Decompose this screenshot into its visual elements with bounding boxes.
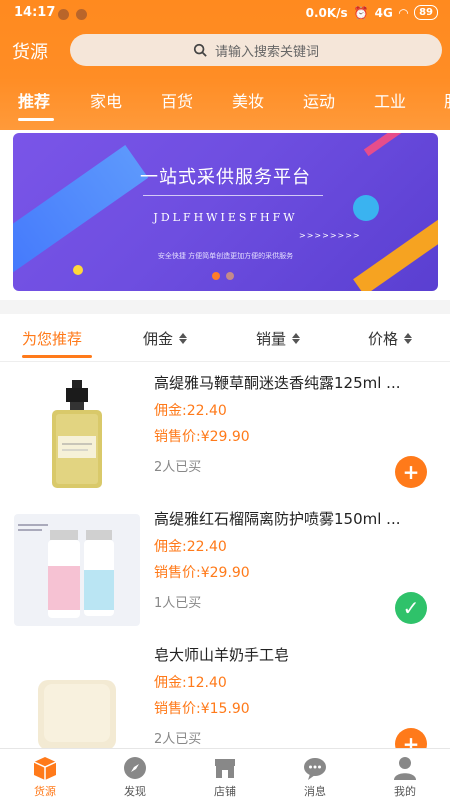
store-icon — [215, 759, 235, 778]
nav-me[interactable]: 我的 — [375, 755, 435, 799]
alarm-icon: ⏰ — [353, 5, 369, 20]
tab-industrial[interactable]: 工业 — [374, 88, 406, 112]
search-icon — [193, 43, 207, 57]
nav-messages[interactable]: 消息 — [285, 755, 345, 799]
sort-arrows-icon — [404, 333, 413, 344]
product-price: 销售价:¥29.90 — [154, 565, 250, 581]
nav-home-label: 货源 — [34, 785, 56, 798]
add-product-button[interactable]: + — [395, 456, 427, 488]
product-item[interactable]: 高缇雅马鞭草酮迷迭香纯露125ml ... 佣金:22.40 销售价:¥29.9… — [0, 370, 450, 506]
product-name[interactable]: 高缇雅红石榴隔离防护喷雾150ml ... — [154, 508, 434, 529]
banner-title: 一站式采供服务平台 — [140, 167, 311, 188]
sort-price-label: 价格 — [368, 330, 399, 348]
check-icon: ✓ — [402, 596, 420, 620]
chat-bubble-icon — [304, 758, 326, 780]
tab-sports[interactable]: 运动 — [303, 88, 335, 112]
product-commission: 佣金:12.40 — [154, 675, 227, 691]
sort-sales[interactable]: 销量 — [256, 328, 301, 349]
banner-arrows: >>>>>>>> — [299, 231, 361, 240]
nav-shop[interactable]: 店铺 — [195, 755, 255, 799]
user-icon — [394, 757, 416, 780]
sort-recommend[interactable]: 为您推荐 — [22, 328, 82, 349]
status-time: 14:17 — [14, 5, 56, 20]
signal-label: 4G — [374, 5, 393, 20]
banner-decoration — [363, 133, 438, 157]
nav-discover[interactable]: 发现 — [105, 755, 165, 799]
banner-subtitle: JDLFHWIESFHFW — [153, 211, 298, 224]
promo-banner[interactable]: 一站式采供服务平台 JDLFHWIESFHFW >>>>>>>> 安全快捷 方便… — [13, 133, 438, 291]
header: 14:17 0.0K/s ⏰ 4G ◠ 89 货源 请输入搜索关键词 推荐 家电… — [0, 0, 450, 130]
tab-general[interactable]: 百货 — [161, 88, 193, 112]
nav-me-label: 我的 — [394, 785, 416, 798]
wifi-icon: ◠ — [398, 5, 409, 20]
sort-sales-label: 销量 — [256, 330, 287, 348]
search-input[interactable]: 请输入搜索关键词 — [70, 34, 442, 66]
product-item[interactable]: 高缇雅红石榴隔离防护喷雾150ml ... 佣金:22.40 销售价:¥29.9… — [0, 506, 450, 642]
banner-section: 一站式采供服务平台 JDLFHWIESFHFW >>>>>>>> 安全快捷 方便… — [0, 130, 450, 300]
product-image — [14, 650, 140, 762]
nav-discover-label: 发现 — [124, 785, 146, 798]
added-check-button[interactable]: ✓ — [395, 592, 427, 624]
sort-arrows-icon — [179, 333, 188, 344]
status-bar: 14:17 0.0K/s ⏰ 4G ◠ 89 — [0, 0, 450, 28]
product-image — [14, 514, 140, 626]
search-placeholder: 请输入搜索关键词 — [214, 44, 319, 60]
box-icon — [33, 757, 57, 780]
sort-commission[interactable]: 佣金 — [143, 328, 188, 349]
carousel-dot-active[interactable] — [212, 272, 220, 280]
tab-appliances[interactable]: 家电 — [90, 88, 122, 112]
network-speed: 0.0K/s — [305, 5, 348, 20]
carousel-dots — [212, 272, 234, 280]
notification-dot-icon — [76, 9, 87, 20]
product-sold-count: 1人已买 — [154, 596, 202, 611]
bottom-navigation: 货源 发现 店铺 消息 我的 — [0, 748, 450, 800]
section-separator — [0, 300, 450, 314]
tab-recommend[interactable]: 推荐 — [18, 88, 50, 112]
banner-decoration — [73, 265, 83, 275]
sort-active-indicator — [22, 355, 92, 358]
sort-arrows-icon — [292, 333, 301, 344]
product-image — [14, 378, 140, 490]
sort-commission-label: 佣金 — [143, 330, 174, 348]
banner-divider — [143, 195, 323, 196]
notification-dot-icon — [58, 9, 69, 20]
sort-recommend-label: 为您推荐 — [22, 330, 83, 348]
tab-beauty[interactable]: 美妆 — [232, 88, 264, 112]
product-price: 销售价:¥15.90 — [154, 701, 250, 717]
nav-home[interactable]: 货源 — [15, 755, 75, 799]
banner-tagline: 安全快捷 方便简单创造更加方便的采供服务 — [157, 252, 294, 260]
product-commission: 佣金:22.40 — [154, 403, 227, 419]
page-title: 货源 — [12, 42, 48, 63]
product-name[interactable]: 高缇雅马鞭草酮迷迭香纯露125ml ... — [154, 372, 434, 393]
product-name[interactable]: 皂大师山羊奶手工皂 — [154, 644, 434, 665]
sort-price[interactable]: 价格 — [368, 328, 413, 349]
nav-messages-label: 消息 — [304, 785, 326, 798]
top-bar: 货源 请输入搜索关键词 — [0, 32, 450, 72]
nav-shop-label: 店铺 — [214, 785, 236, 798]
tab-clothing[interactable]: 服 — [444, 88, 450, 112]
sort-bar: 为您推荐 佣金 销量 价格 — [0, 318, 450, 362]
product-price: 销售价:¥29.90 — [154, 429, 250, 445]
carousel-dot[interactable] — [226, 272, 234, 280]
product-sold-count: 2人已买 — [154, 732, 202, 747]
active-tab-indicator — [18, 118, 54, 121]
category-tabs: 推荐 家电 百货 美妆 运动 工业 服 — [0, 84, 450, 124]
battery-icon: 89 — [414, 5, 438, 20]
product-commission: 佣金:22.40 — [154, 539, 227, 555]
plus-icon: + — [402, 460, 420, 484]
product-sold-count: 2人已买 — [154, 460, 202, 475]
compass-icon — [124, 757, 146, 779]
